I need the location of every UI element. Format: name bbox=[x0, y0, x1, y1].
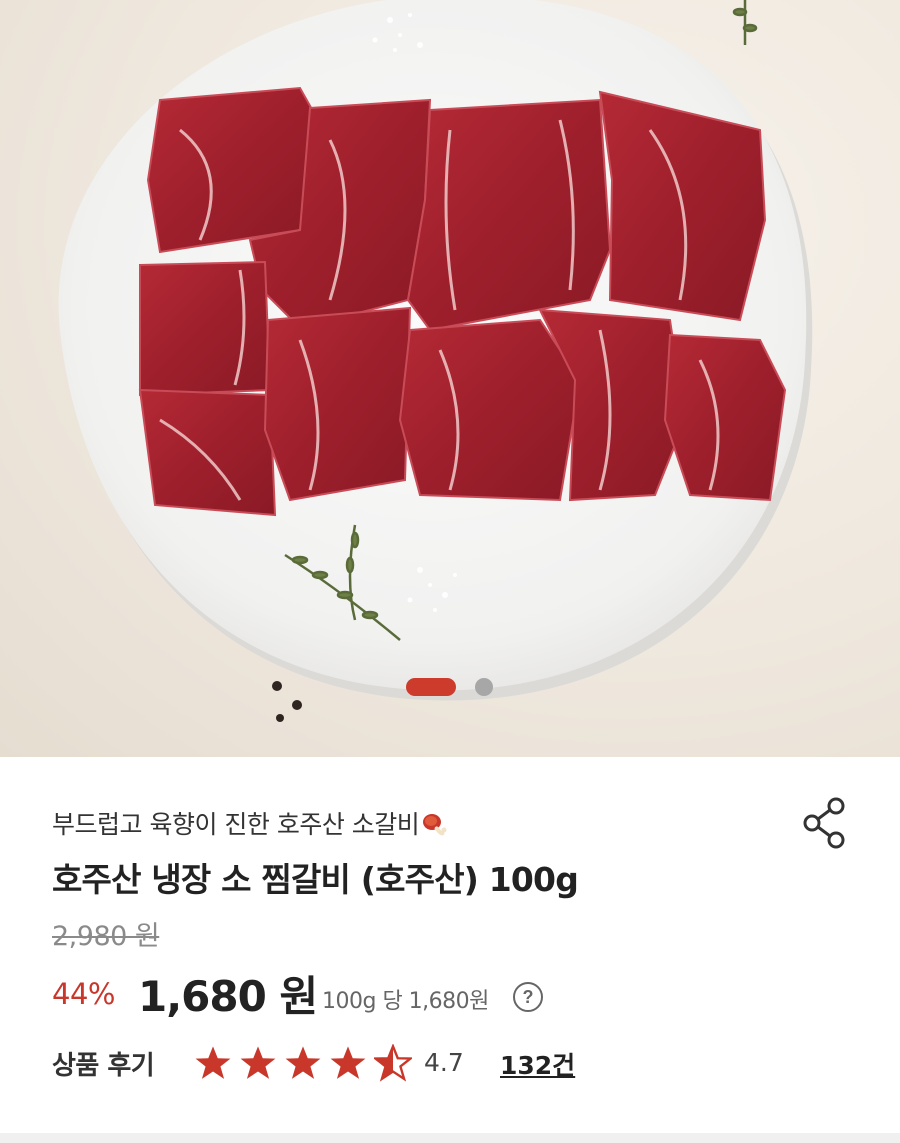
meat-on-bone-icon bbox=[423, 814, 447, 836]
carousel-dot[interactable] bbox=[475, 678, 493, 696]
original-price: 2,980 원 bbox=[52, 921, 160, 952]
product-image bbox=[58, 0, 813, 722]
star-icon bbox=[195, 1046, 231, 1079]
discount-rate: 44% bbox=[52, 977, 115, 1011]
review-label: 상품 후기 bbox=[52, 1051, 155, 1081]
carousel-dot-active[interactable] bbox=[406, 678, 456, 696]
unit-price: 100g 당 1,680원 bbox=[322, 989, 489, 1014]
share-icon[interactable] bbox=[802, 797, 848, 849]
star-icon bbox=[330, 1046, 366, 1079]
product-title: 호주산 냉장 소 찜갈비 (호주산) 100g bbox=[52, 860, 579, 899]
section-divider bbox=[0, 1133, 900, 1143]
star-icon bbox=[240, 1046, 276, 1079]
product-subtitle: 부드럽고 육향이 진한 호주산 소갈비 bbox=[52, 805, 447, 841]
review-count-link[interactable]: 132건 bbox=[500, 1046, 575, 1082]
rating-value: 4.7 bbox=[424, 1048, 464, 1077]
carousel-indicator bbox=[0, 676, 900, 698]
star-icon bbox=[285, 1046, 321, 1079]
product-image-carousel[interactable] bbox=[0, 0, 900, 757]
product-subtitle-text: 부드럽고 육향이 진한 호주산 소갈비 bbox=[52, 810, 420, 839]
sale-price: 1,680 원 bbox=[138, 972, 318, 1021]
star-half-icon bbox=[374, 1044, 412, 1082]
product-info: 부드럽고 육향이 진한 호주산 소갈비 호주산 냉장 소 찜갈비 (호주산) 1… bbox=[0, 757, 900, 1133]
help-icon[interactable]: ? bbox=[513, 982, 543, 1012]
